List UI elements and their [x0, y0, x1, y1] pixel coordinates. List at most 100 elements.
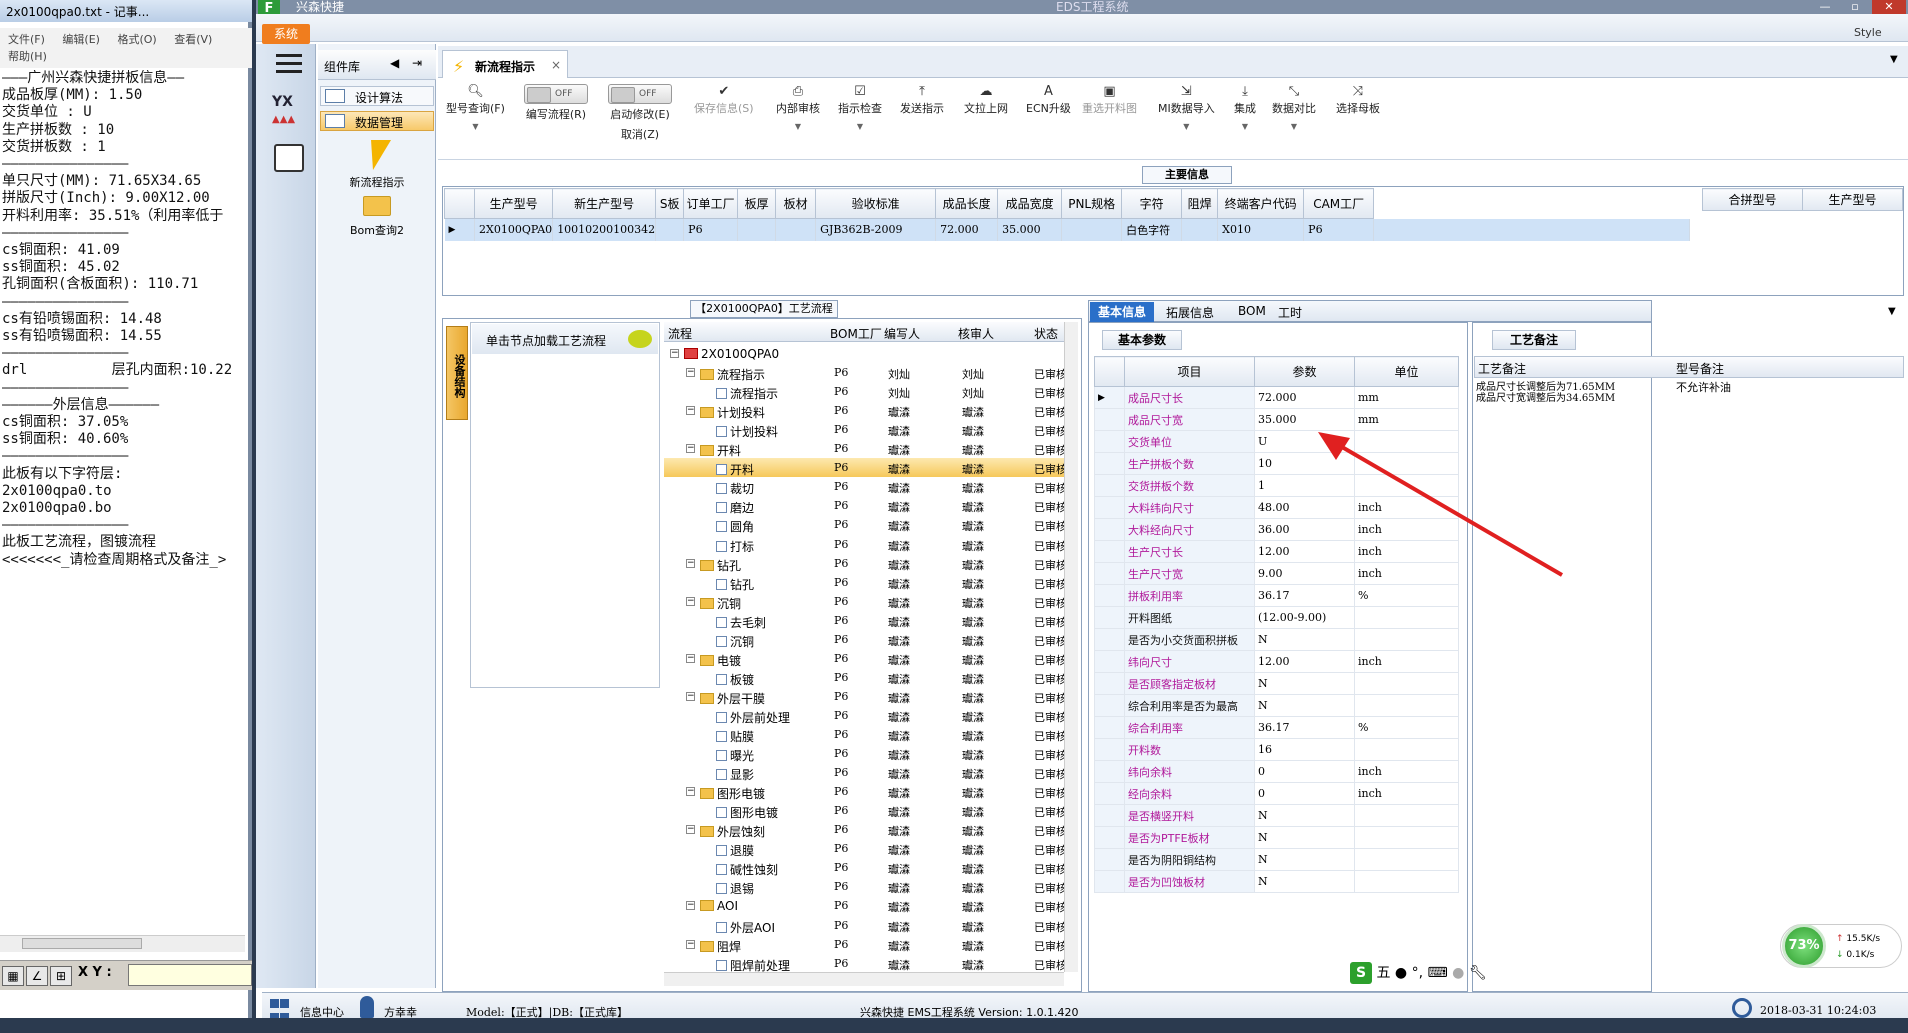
- cell[interactable]: 白色字符: [1121, 218, 1183, 241]
- dropdown-arrow-icon[interactable]: ▼: [776, 122, 820, 131]
- notepad-hscroll-thumb[interactable]: [22, 938, 142, 949]
- flow-node-name[interactable]: 电镀: [700, 652, 741, 669]
- cell[interactable]: X010: [1217, 218, 1305, 241]
- col-unit[interactable]: 单位: [1354, 356, 1459, 387]
- col-material[interactable]: 板材: [775, 188, 817, 219]
- flow-node-name[interactable]: 打标: [716, 538, 754, 555]
- cell[interactable]: [1181, 218, 1219, 241]
- col-thickness[interactable]: 板厚: [737, 188, 777, 219]
- row-selector[interactable]: [1094, 804, 1125, 827]
- dropdown-arrow-icon[interactable]: ▼: [446, 122, 505, 131]
- flow-node-name[interactable]: 计划投料: [700, 404, 765, 421]
- flow-tree-row[interactable]: 钻孔 P6 瓛潹 瓛潹 已审核: [664, 573, 1067, 592]
- instruction-check-button[interactable]: ☑ 指示检查 ▼: [838, 84, 882, 131]
- cell[interactable]: 10010200100342: [552, 218, 657, 241]
- flow-node-name[interactable]: 碱性蚀刻: [716, 861, 778, 878]
- flow-tree-row[interactable]: − 阻焊 P6 瓛潹 瓛潹 已审核: [664, 935, 1067, 954]
- flow-node-name[interactable]: 图形电镀: [700, 785, 765, 802]
- flow-tree-row[interactable]: 裁切 P6 瓛潹 瓛潹 已审核: [664, 477, 1067, 496]
- col-finished-width[interactable]: 成品宽度: [997, 188, 1063, 219]
- new-flow-instruction-button[interactable]: 新流程指示: [320, 140, 434, 190]
- upload-web-button[interactable]: ☁ 文拉上网: [964, 84, 1008, 116]
- col-pnl-spec[interactable]: PNL规格: [1061, 188, 1123, 219]
- param-row[interactable]: 是否横竖开料 N: [1094, 804, 1459, 827]
- tab-list-dropdown-icon[interactable]: ▼: [1890, 54, 1898, 65]
- cancel-label[interactable]: 取消(Z): [621, 128, 659, 141]
- flow-node-name[interactable]: 图形电镀: [716, 804, 778, 821]
- row-selector[interactable]: [1094, 738, 1125, 761]
- pin-icon[interactable]: ⇥: [412, 56, 422, 70]
- flow-tree-row[interactable]: − 流程指示 P6 刘灿 刘灿 已审核: [664, 363, 1067, 382]
- collapse-toggle-icon[interactable]: −: [686, 691, 695, 701]
- param-value[interactable]: N: [1254, 628, 1355, 651]
- dropdown-arrow-icon[interactable]: ▼: [1158, 122, 1215, 131]
- row-selector-icon[interactable]: ▶: [1094, 386, 1125, 409]
- cell[interactable]: [655, 218, 685, 241]
- tab-extended-info[interactable]: 拓展信息: [1166, 304, 1214, 321]
- ecn-upgrade-button[interactable]: A ECN升级: [1026, 84, 1071, 116]
- flow-node-name[interactable]: 外层干膜: [700, 690, 765, 707]
- flow-tree-row[interactable]: 圆角 P6 瓛潹 瓛潹 已审核: [664, 515, 1067, 534]
- network-load-gauge[interactable]: 73%: [1782, 924, 1826, 968]
- row-selector[interactable]: [1094, 518, 1125, 541]
- col-production-model-2[interactable]: 生产型号: [1802, 188, 1903, 211]
- flow-node-name[interactable]: 2X0100QPA0: [684, 347, 779, 361]
- param-row[interactable]: 是否为PTFE板材 N: [1094, 826, 1459, 849]
- col-flow[interactable]: 流程: [668, 325, 692, 342]
- integrate-button[interactable]: ⤓ 集成 ▼: [1234, 84, 1256, 131]
- tab-new-flow[interactable]: ⚡ 新流程指示 ×: [442, 50, 568, 80]
- col-customer-code[interactable]: 终端客户代码: [1217, 188, 1305, 219]
- row-selector[interactable]: [1094, 826, 1125, 849]
- model-query-button[interactable]: 🔍︎ 型号查询(F) ▼: [446, 84, 505, 131]
- param-row[interactable]: 是否为凹蚀板材 N: [1094, 870, 1459, 893]
- keyboard-icon[interactable]: ⌨: [1427, 965, 1447, 981]
- main-info-row[interactable]: ▶ 2X0100QPA0 10010200100342 P6 GJB362B-2…: [444, 218, 1691, 241]
- flow-node-name[interactable]: 开料: [716, 461, 754, 478]
- row-selector[interactable]: [1094, 496, 1125, 519]
- flow-tree-row[interactable]: 外层前处理 P6 瓛潹 瓛潹 已审核: [664, 706, 1067, 725]
- flow-node-name[interactable]: 外层蚀刻: [700, 823, 765, 840]
- flow-tree-row[interactable]: − AOI P6 瓛潹 瓛潹 已审核: [664, 896, 1067, 915]
- param-value[interactable]: N: [1254, 870, 1355, 893]
- process-remark-text[interactable]: 成品尺寸长调整后为71.65MM 成品尺寸宽调整后为34.65MM: [1476, 382, 1615, 404]
- flow-vscroll[interactable]: [1064, 322, 1078, 972]
- flow-tree-row[interactable]: 退膜 P6 瓛潹 瓛潹 已审核: [664, 839, 1067, 858]
- param-value[interactable]: N: [1254, 804, 1355, 827]
- col-status[interactable]: 状态: [1034, 325, 1058, 342]
- flow-tree-row[interactable]: − 2X0100QPA0: [664, 344, 1064, 363]
- flow-node-name[interactable]: 沉铜: [700, 595, 741, 612]
- param-row[interactable]: 纬向余料 0 inch: [1094, 760, 1459, 783]
- row-selector[interactable]: [1094, 452, 1125, 475]
- collapse-toggle-icon[interactable]: −: [686, 406, 695, 416]
- flow-tree-row[interactable]: 流程指示 P6 刘灿 刘灿 已审核: [664, 382, 1067, 401]
- data-compare-button[interactable]: ⤡ 数据对比 ▼: [1272, 84, 1316, 131]
- param-row[interactable]: ▶ 成品尺寸长 72.000 mm: [1094, 386, 1459, 409]
- moon-icon[interactable]: ●: [1395, 965, 1407, 981]
- collapse-toggle-icon[interactable]: −: [686, 653, 695, 663]
- flow-node-name[interactable]: 磨边: [716, 499, 754, 516]
- style-menu[interactable]: Style: [1854, 26, 1882, 39]
- row-selector-icon[interactable]: ▶: [444, 218, 475, 241]
- flow-tree-row[interactable]: 去毛刺 P6 瓛潹 瓛潹 已审核: [664, 611, 1067, 630]
- collapse-toggle-icon[interactable]: −: [686, 368, 695, 378]
- sogou-icon[interactable]: S: [1350, 962, 1372, 984]
- row-selector[interactable]: [1094, 540, 1125, 563]
- row-selector[interactable]: [1094, 782, 1125, 805]
- cell[interactable]: [737, 218, 777, 241]
- grid-icon[interactable]: ⊞: [50, 966, 72, 986]
- cell[interactable]: 35.000: [997, 218, 1063, 241]
- param-value[interactable]: (12.00-9.00): [1254, 606, 1355, 629]
- param-value[interactable]: 0: [1254, 760, 1355, 783]
- param-value[interactable]: 0: [1254, 782, 1355, 805]
- angle-icon[interactable]: ∠: [26, 966, 48, 986]
- menu-edit[interactable]: 编辑(E): [62, 33, 100, 46]
- flow-tree-row[interactable]: − 开料 P6 瓛潹 瓛潹 已审核: [664, 439, 1067, 458]
- tab-close-icon[interactable]: ×: [551, 58, 561, 72]
- maximize-icon[interactable]: ▫: [1842, 0, 1868, 14]
- param-value[interactable]: 36.17: [1254, 716, 1355, 739]
- hamburger-menu-icon[interactable]: [276, 54, 302, 76]
- flow-tree-row[interactable]: 贴膜 P6 瓛潹 瓛潹 已审核: [664, 725, 1067, 744]
- row-selector[interactable]: [1094, 408, 1125, 431]
- col-s-board[interactable]: S板: [655, 188, 685, 219]
- dropdown-arrow-icon[interactable]: ▼: [1234, 122, 1256, 131]
